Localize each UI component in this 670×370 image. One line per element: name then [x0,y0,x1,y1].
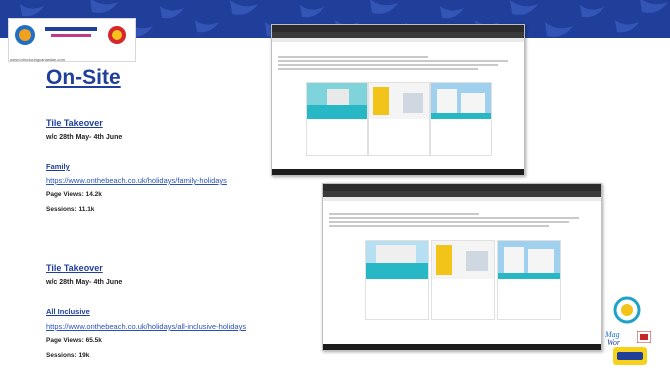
section-dates: w/c 28th May- 4th June [46,134,123,141]
hotel-tile [430,82,492,156]
on-the-beach-logo [613,347,647,365]
hotel-tile [497,240,561,320]
page-views: Page Views: 65.5k [46,337,102,344]
category-label: Family [46,162,70,171]
small-partner-logo [637,331,651,343]
mediterranean-attitude-logo [15,25,126,45]
svg-text:Wor: Wor [607,338,621,346]
sessions: Sessions: 19k [46,352,90,359]
hotel-tile [431,240,495,320]
page-title: On-Site [46,66,121,89]
page-views: Page Views: 14.2k [46,191,102,198]
family-holidays-screenshot [271,24,525,176]
section-heading: Tile Takeover [46,118,103,128]
header-logos [8,18,136,62]
sessions: Sessions: 11.1k [46,206,95,213]
magic-world-logo: Mag Wor [604,330,621,346]
costa-dorada-logo [613,296,641,324]
section-dates: w/c 28th May- 4th June [46,279,123,286]
category-label: All Inclusive [46,307,90,316]
all-inclusive-screenshot [322,183,602,351]
category-link[interactable]: https://www.onthebeach.co.uk/holidays/fa… [46,176,227,185]
section-heading: Tile Takeover [46,263,103,273]
logo-url-text: www.introducingcanastian.com [10,57,65,62]
hotel-tile [306,82,368,156]
hotel-tile [368,82,430,156]
category-link[interactable]: https://www.onthebeach.co.uk/holidays/al… [46,322,246,331]
hotel-tile [365,240,429,320]
